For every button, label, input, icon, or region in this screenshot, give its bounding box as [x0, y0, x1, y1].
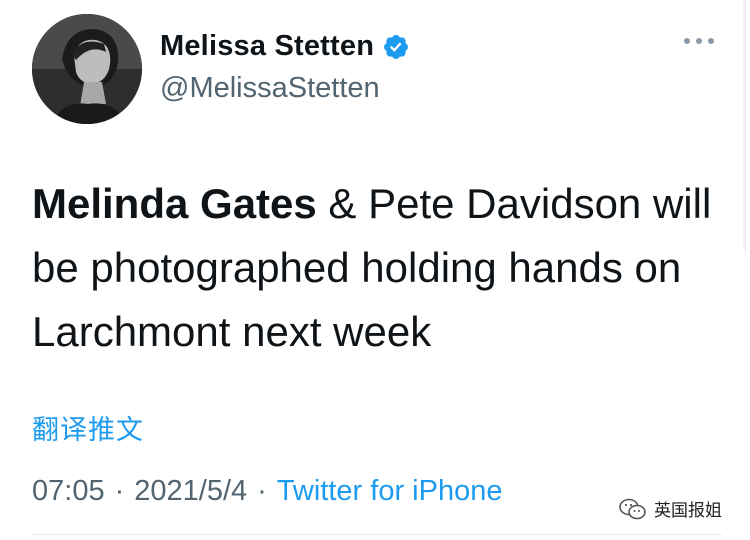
- watermark-text: 英国报姐: [654, 501, 722, 521]
- profile-photo-icon: [32, 14, 142, 124]
- more-dot: [696, 38, 702, 44]
- tweet-text: Melinda Gates & Pete Davidson will be ph…: [32, 172, 722, 364]
- divider: [32, 534, 722, 535]
- tweet-date[interactable]: 2021/5/4: [134, 475, 247, 507]
- tweet-meta: 07:05 · 2021/5/4 · Twitter for iPhone: [32, 475, 502, 508]
- meta-separator: ·: [114, 475, 125, 507]
- scrollbar-edge: [743, 0, 746, 250]
- more-options-icon[interactable]: [684, 38, 714, 44]
- display-name[interactable]: Melissa Stetten: [160, 30, 374, 63]
- tweet-text-bold: Melinda Gates: [32, 180, 317, 227]
- more-dot: [708, 38, 714, 44]
- tweet-source-link[interactable]: Twitter for iPhone: [277, 475, 503, 507]
- display-name-row[interactable]: Melissa Stetten: [160, 30, 410, 63]
- translate-tweet-link[interactable]: 翻译推文: [32, 408, 144, 447]
- user-handle[interactable]: @MelissaStetten: [160, 72, 380, 105]
- verified-badge-icon: [382, 33, 410, 61]
- tweet-time[interactable]: 07:05: [32, 475, 105, 507]
- avatar[interactable]: [32, 14, 142, 124]
- watermark: 英国报姐: [618, 496, 722, 521]
- wechat-icon: [619, 498, 646, 519]
- more-dot: [684, 38, 690, 44]
- meta-separator: ·: [257, 475, 267, 507]
